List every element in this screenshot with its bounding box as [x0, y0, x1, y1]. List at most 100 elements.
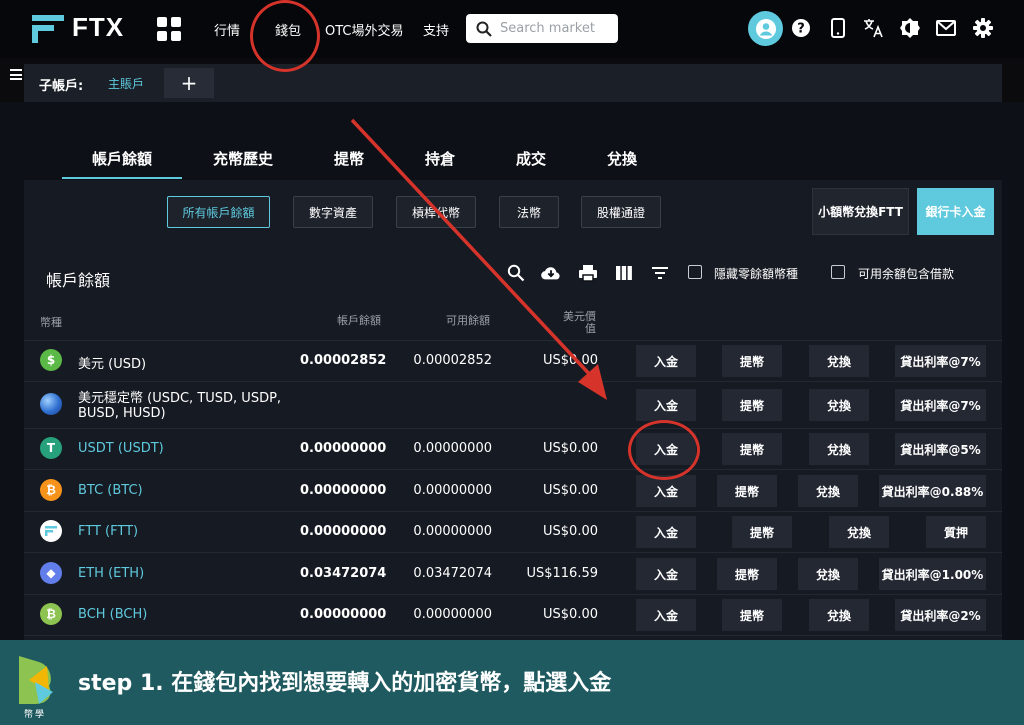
svg-text:?: ?: [797, 22, 805, 37]
coin-name[interactable]: BCH (BCH): [78, 607, 147, 622]
deposit-button[interactable]: 入金: [636, 558, 696, 590]
hide-zero-label: 隱藏零餘額幣種: [714, 267, 799, 281]
row-divider: [24, 635, 1002, 636]
deposit-button[interactable]: 入金: [636, 516, 696, 548]
balance-value: 0.00000000: [300, 607, 387, 622]
withdraw-button[interactable]: 提幣: [717, 558, 777, 590]
columns-icon[interactable]: [614, 263, 634, 283]
download-icon[interactable]: [541, 263, 561, 283]
nav-otc[interactable]: OTC場外交易: [325, 20, 404, 39]
lend-button[interactable]: 貸出利率@2%: [895, 599, 986, 631]
lend-button[interactable]: 貸出利率@7%: [895, 345, 986, 377]
row-divider: [24, 511, 1002, 512]
balance-value: 0.03472074: [300, 566, 387, 581]
lend-button[interactable]: 貸出利率@5%: [895, 433, 986, 465]
available-value: 0.00000000: [413, 524, 492, 539]
usd-value: US$0.00: [543, 441, 598, 456]
ftx-logo[interactable]: FTX: [32, 12, 124, 43]
header-balance[interactable]: 帳戶餘額: [337, 312, 381, 328]
available-value: 0.00000000: [413, 483, 492, 498]
available-value: 0.00000000: [413, 607, 492, 622]
coin-name[interactable]: 美元 (USD): [78, 353, 146, 372]
coin-name[interactable]: FTT (FTT): [78, 524, 138, 539]
settings-gear-icon[interactable]: [972, 17, 994, 39]
subaccount-main-tab[interactable]: 主賬戶: [108, 75, 144, 92]
bch-coin-icon: ₿: [40, 603, 62, 625]
convert-button[interactable]: 兌換: [809, 389, 869, 421]
deposit-button[interactable]: 入金: [636, 433, 696, 465]
translate-icon[interactable]: [863, 17, 885, 39]
usd-value: US$0.00: [543, 483, 598, 498]
help-icon[interactable]: ?: [790, 17, 812, 39]
tab-deposit-history[interactable]: 充幣歷史: [213, 148, 273, 169]
withdraw-button[interactable]: 提幣: [717, 475, 777, 507]
coin-name[interactable]: BTC (BTC): [78, 483, 143, 498]
coin-name[interactable]: 美元穩定幣 (USDC, TUSD, USDP,: [78, 387, 281, 406]
deposit-button[interactable]: 入金: [636, 389, 696, 421]
header-coin[interactable]: 幣種: [40, 314, 62, 330]
row-divider: [24, 469, 1002, 470]
filter-fiat[interactable]: 法幣: [499, 196, 559, 228]
convert-button[interactable]: 兌換: [829, 516, 889, 548]
eth-coin-icon: ◆: [40, 562, 62, 584]
tab-fills[interactable]: 成交: [516, 148, 546, 169]
mail-icon[interactable]: [935, 17, 957, 39]
convert-button[interactable]: 兌換: [809, 433, 869, 465]
convert-button[interactable]: 兌換: [809, 345, 869, 377]
include-borrow-checkbox[interactable]: [831, 265, 845, 279]
filter-equity-tokens[interactable]: 股權通證: [581, 196, 661, 228]
withdraw-button[interactable]: 提幣: [722, 599, 782, 631]
deposit-button[interactable]: 入金: [636, 599, 696, 631]
btc-coin-icon: ₿: [40, 479, 62, 501]
convert-button[interactable]: 兌換: [809, 599, 869, 631]
convert-button[interactable]: 兌換: [798, 558, 858, 590]
search-input[interactable]: [500, 21, 610, 36]
small-balance-swap-button[interactable]: 小額幣兌換FTT: [812, 188, 909, 235]
coin-name[interactable]: ETH (ETH): [78, 566, 144, 581]
tab-convert[interactable]: 兌換: [607, 148, 637, 169]
header-usd-value-2: 值: [585, 322, 596, 335]
tab-balances[interactable]: 帳戶餘額: [92, 148, 152, 169]
nav-markets[interactable]: 行情: [214, 20, 240, 39]
withdraw-button[interactable]: 提幣: [722, 389, 782, 421]
lend-button[interactable]: 貸出利率@1.00%: [879, 558, 986, 590]
mobile-icon[interactable]: [827, 17, 849, 39]
nav-wallet[interactable]: 錢包: [275, 20, 301, 39]
subaccount-label: 子帳戶:: [39, 79, 84, 94]
filter-leveraged-tokens[interactable]: 槓桿代幣: [396, 196, 476, 228]
search-icon[interactable]: [506, 263, 526, 283]
coin-name[interactable]: USDT (USDT): [78, 441, 164, 456]
convert-button[interactable]: 兌換: [798, 475, 858, 507]
filter-digital-assets[interactable]: 數字資產: [293, 196, 373, 228]
caption-logo-text: 幣學: [24, 710, 47, 720]
usd-value: US$0.00: [543, 524, 598, 539]
withdraw-button[interactable]: 提幣: [722, 345, 782, 377]
ftx-logo-icon: [32, 13, 66, 43]
bank-card-deposit-button[interactable]: 銀行卡入金: [917, 188, 994, 235]
hide-zero-checkbox[interactable]: [688, 265, 702, 279]
nav-support[interactable]: 支持: [423, 20, 449, 39]
search-box[interactable]: [466, 14, 618, 43]
user-avatar[interactable]: [748, 11, 783, 46]
filter-all-balances[interactable]: 所有帳戶餘額: [167, 196, 270, 228]
theme-icon[interactable]: [899, 17, 921, 39]
lend-button[interactable]: 貸出利率@0.88%: [879, 475, 986, 507]
tab-withdraw[interactable]: 提幣: [334, 148, 364, 169]
lend-button[interactable]: 貸出利率@7%: [895, 389, 986, 421]
apps-grid-icon[interactable]: [157, 17, 181, 41]
deposit-button[interactable]: 入金: [636, 475, 696, 507]
stake-button[interactable]: 質押: [926, 516, 986, 548]
deposit-button[interactable]: 入金: [636, 345, 696, 377]
withdraw-button[interactable]: 提幣: [722, 433, 782, 465]
stablecoin-icon: [40, 393, 62, 415]
withdraw-button[interactable]: 提幣: [732, 516, 792, 548]
ftt-coin-icon: [40, 520, 62, 542]
filter-icon[interactable]: [650, 263, 670, 283]
add-subaccount-button[interactable]: +: [164, 68, 214, 98]
header-available[interactable]: 可用餘額: [446, 312, 490, 328]
balance-value: 0.00000000: [300, 483, 387, 498]
hamburger-menu-icon[interactable]: [10, 69, 22, 80]
print-icon[interactable]: [578, 263, 598, 283]
row-divider: [24, 552, 1002, 553]
tab-positions[interactable]: 持倉: [425, 148, 455, 169]
